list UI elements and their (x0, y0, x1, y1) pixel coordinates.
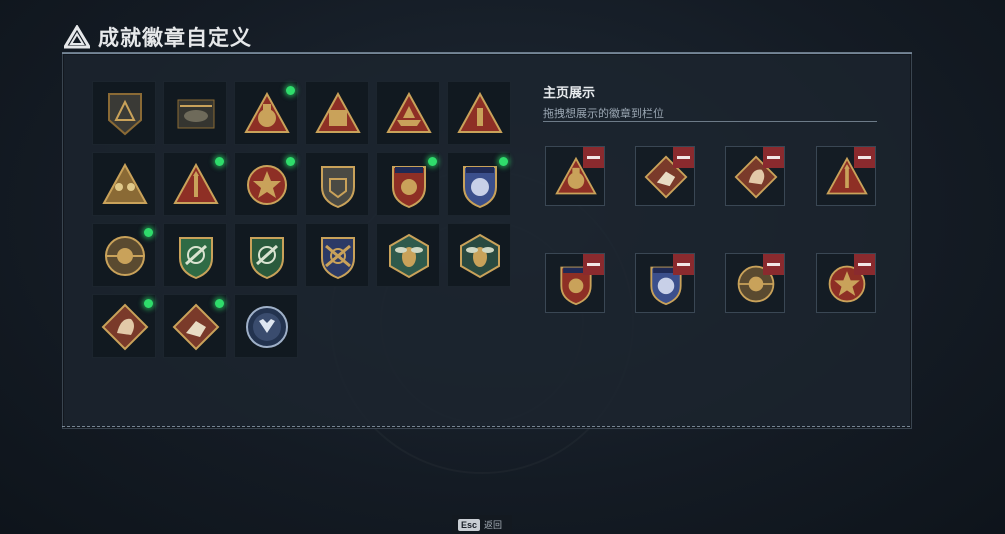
new-badge-indicator (428, 157, 437, 166)
showcase-slot[interactable] (635, 253, 695, 313)
remove-badge-button[interactable] (673, 254, 694, 275)
supply-box-badge-icon (315, 91, 361, 133)
new-badge-indicator (144, 299, 153, 308)
star-medal-badge-icon (247, 165, 287, 205)
skull-coin-badge[interactable] (92, 223, 156, 287)
remove-badge-button[interactable] (583, 254, 604, 275)
remove-badge-button[interactable] (763, 147, 784, 168)
new-badge-indicator (215, 157, 224, 166)
remove-badge-button[interactable] (854, 147, 875, 168)
runner-diamond-badge[interactable] (163, 294, 227, 358)
shield-hand-badge-icon (321, 166, 355, 209)
new-badge-indicator (286, 86, 295, 95)
star-medal-badge[interactable] (234, 152, 298, 216)
money-bag-badge-icon (244, 91, 290, 133)
missile-badge-icon (173, 162, 219, 204)
showcase-slot[interactable] (816, 146, 876, 206)
boat-badge[interactable] (376, 81, 440, 145)
money-bag-badge[interactable] (234, 81, 298, 145)
triangle-emblem-badge-icon (108, 93, 142, 136)
number-one-badge[interactable] (447, 81, 511, 145)
wasp-hexagon-dark-badge[interactable] (447, 223, 511, 287)
wasp-hexagon-badge[interactable] (376, 223, 440, 287)
triangle-logo-icon (64, 25, 90, 49)
remove-badge-button[interactable] (673, 147, 694, 168)
remove-badge-button[interactable] (763, 254, 784, 275)
page-title: 成就徽章自定义 (98, 27, 252, 50)
number-one-badge-icon (457, 91, 503, 133)
triangle-emblem-badge[interactable] (92, 81, 156, 145)
wolf-round-badge-icon (246, 306, 288, 348)
helicopter-badge-icon (177, 99, 215, 129)
new-badge-indicator (215, 299, 224, 308)
red-stars-crest-badge-icon (392, 166, 426, 209)
new-badge-indicator (286, 157, 295, 166)
shield-hand-badge[interactable] (305, 152, 369, 216)
dragon-diamond-badge-icon (101, 303, 149, 351)
showcase-slot[interactable] (725, 146, 785, 206)
wolf-round-badge[interactable] (234, 294, 298, 358)
helicopter-badge[interactable] (163, 81, 227, 145)
boat-badge-icon (386, 91, 432, 133)
panel-top-border (62, 52, 912, 54)
green-rifle-wreath-badge[interactable] (234, 223, 298, 287)
soldiers-badge[interactable] (92, 152, 156, 216)
skull-coin-badge-icon (105, 236, 145, 276)
remove-badge-button[interactable] (854, 254, 875, 275)
esc-key-icon: Esc (458, 518, 481, 531)
blue-stars-crest-badge[interactable] (447, 152, 511, 216)
showcase-slot[interactable] (725, 253, 785, 313)
showcase-header: 主页展示 拖拽想展示的徽章到栏位 (543, 82, 664, 121)
dragon-diamond-badge[interactable] (92, 294, 156, 358)
panel-bottom-border (62, 426, 912, 427)
soldiers-badge-icon (102, 162, 148, 204)
showcase-subtitle: 拖拽想展示的徽章到栏位 (543, 108, 664, 120)
new-badge-indicator (499, 157, 508, 166)
gold-rifle-shield-badge-icon (321, 237, 355, 280)
remove-badge-button[interactable] (583, 147, 604, 168)
green-rifle-shield-badge-icon (179, 237, 213, 280)
gold-rifle-shield-badge[interactable] (305, 223, 369, 287)
showcase-divider (543, 121, 877, 122)
page-header: 成就徽章自定义 (64, 22, 252, 52)
showcase-slot[interactable] (545, 253, 605, 313)
green-rifle-wreath-badge-icon (250, 237, 284, 280)
blue-stars-crest-badge-icon (463, 166, 497, 209)
supply-box-badge[interactable] (305, 81, 369, 145)
runner-diamond-badge-icon (172, 303, 220, 351)
wasp-hexagon-dark-badge-icon (460, 233, 500, 279)
wasp-hexagon-badge-icon (389, 233, 429, 279)
showcase-title: 主页展示 (543, 85, 596, 100)
back-label: 返回 (484, 520, 503, 530)
missile-badge[interactable] (163, 152, 227, 216)
showcase-slot[interactable] (545, 146, 605, 206)
green-rifle-shield-badge[interactable] (163, 223, 227, 287)
red-stars-crest-badge[interactable] (376, 152, 440, 216)
back-button[interactable]: Esc 返回 (452, 515, 512, 534)
showcase-slot[interactable] (816, 253, 876, 313)
new-badge-indicator (144, 228, 153, 237)
showcase-slot[interactable] (635, 146, 695, 206)
